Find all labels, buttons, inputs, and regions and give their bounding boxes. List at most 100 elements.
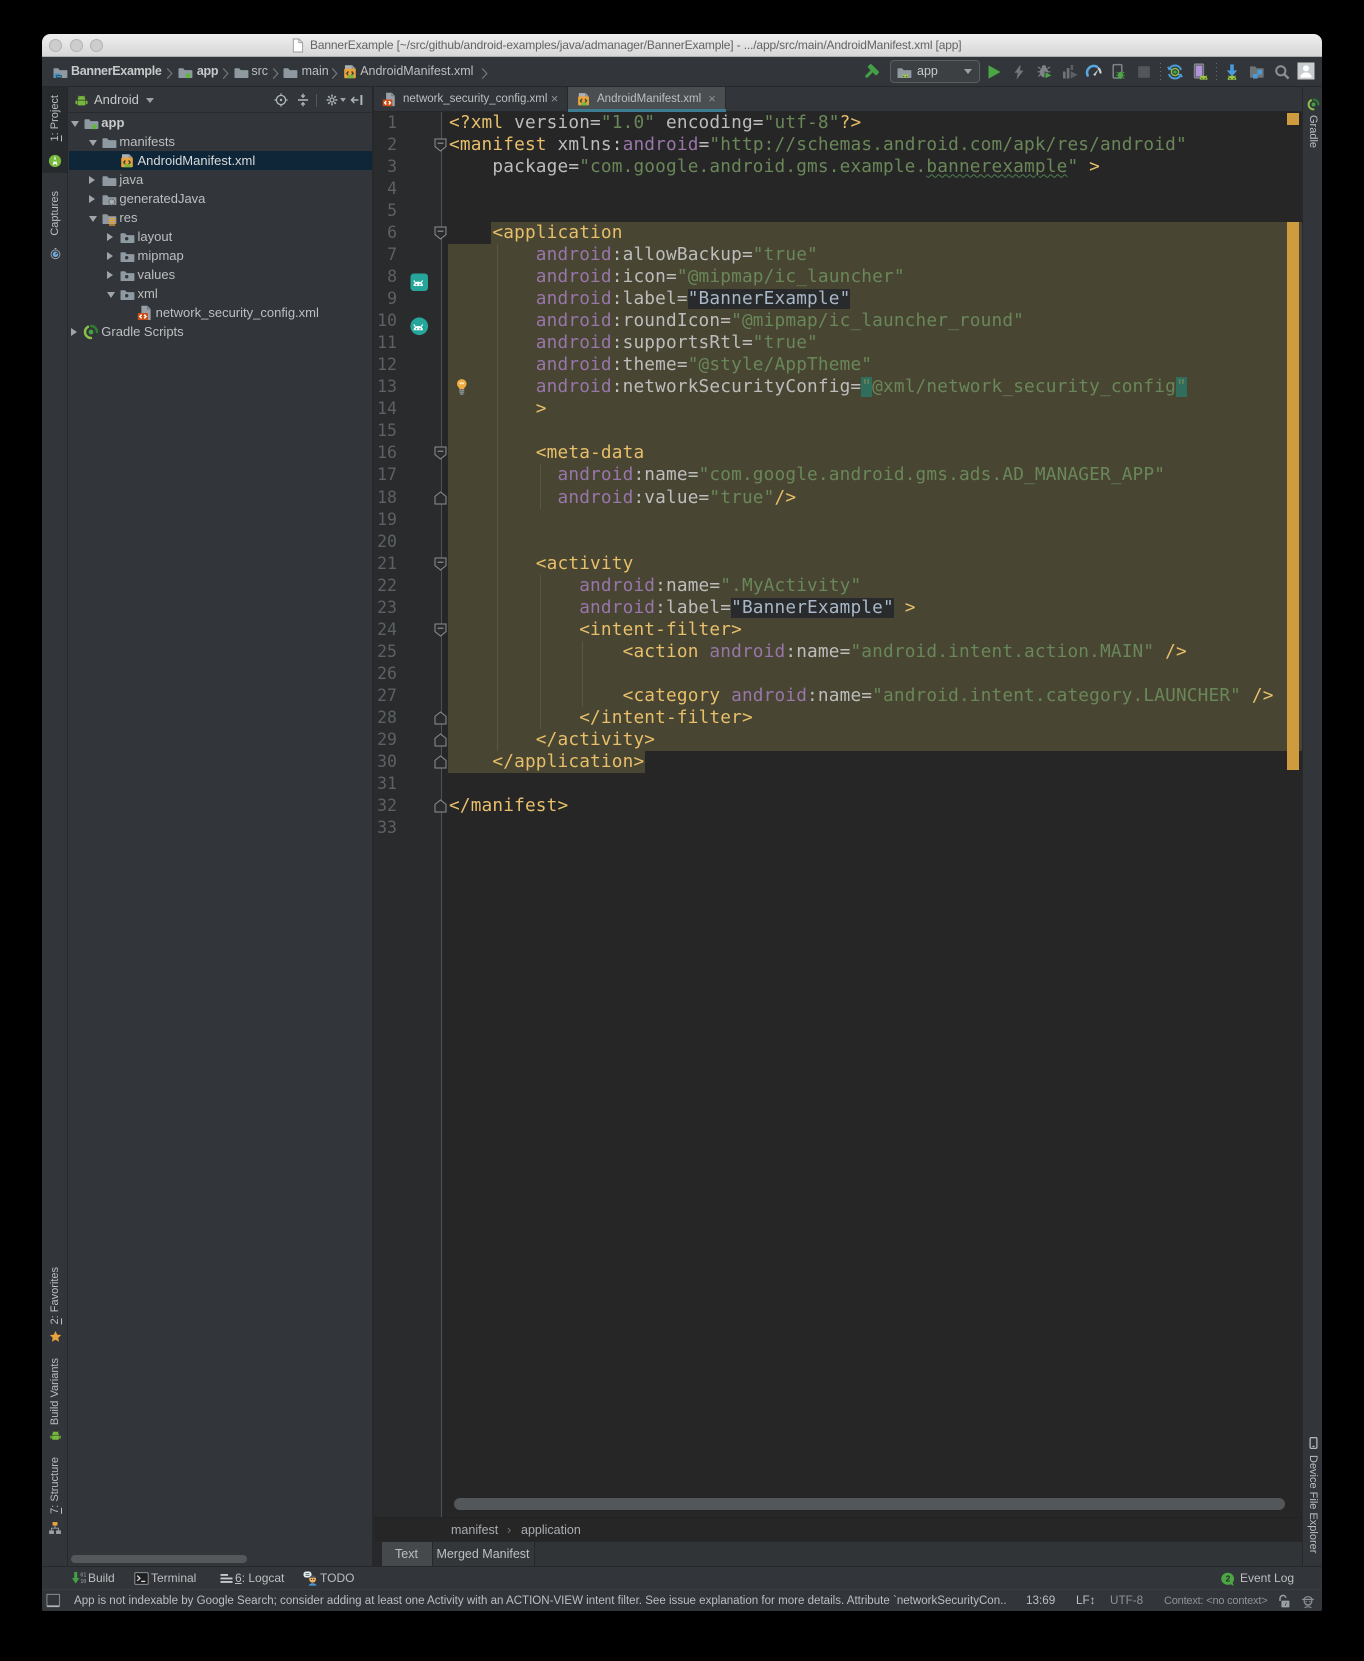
breadcrumb-item[interactable]: BannerExample (71, 57, 162, 86)
attach-debugger-phone-icon[interactable] (1109, 63, 1127, 81)
sidebar-item-favorites[interactable]: 2: Favorites (42, 1267, 68, 1324)
tree-item-manifests[interactable]: manifests (69, 132, 372, 151)
structure-stripe-label: 7: Structure (49, 1457, 61, 1514)
chevron-right-icon[interactable] (89, 195, 98, 204)
breadcrumb-item[interactable]: src (251, 57, 268, 86)
lock-icon[interactable] (1278, 1594, 1291, 1608)
tab-text[interactable]: Text (382, 1542, 433, 1567)
background-tasks-icon[interactable] (46, 1593, 61, 1608)
zoom-window-button[interactable] (90, 39, 103, 52)
close-tab-icon[interactable]: × (549, 93, 560, 104)
caret-position-widget[interactable]: 13:69 (1026, 1590, 1055, 1612)
apply-changes-bolt-icon[interactable] (1010, 63, 1028, 81)
code-token-t: <action (623, 642, 710, 662)
avatar-icon[interactable] (1297, 62, 1315, 80)
fold-marker-open[interactable] (434, 557, 447, 571)
run-configuration-select[interactable]: app (890, 60, 980, 83)
avd-manager-phone-icon[interactable] (1191, 63, 1209, 81)
project-horizontal-scrollbar[interactable] (71, 1555, 247, 1563)
chevron-down-icon[interactable] (89, 214, 98, 223)
tree-item-layout[interactable]: layout (69, 227, 372, 246)
sidebar-item-structure[interactable]: 7: Structure (42, 1457, 68, 1514)
profiler-gauge-icon[interactable] (1085, 63, 1103, 81)
chevron-right-icon[interactable] (107, 271, 116, 280)
tree-item-values[interactable]: values (69, 265, 372, 284)
profile-bars-icon[interactable] (1061, 63, 1079, 81)
breadcrumb-application[interactable]: application (521, 1518, 581, 1542)
chevron-down-icon[interactable] (107, 290, 116, 299)
toolbar-separator (1216, 63, 1217, 81)
tree-item-androidmanifest-xml[interactable]: AndroidManifest.xml (69, 151, 372, 170)
code-token-t: </activity> (536, 730, 655, 750)
hide-panel-icon[interactable] (350, 93, 364, 107)
gear-icon[interactable] (325, 93, 339, 107)
sidebar-item-build-variants[interactable]: Build Variants (42, 1358, 68, 1425)
context-widget[interactable]: Context: <no context> (1164, 1590, 1267, 1612)
fold-marker-close[interactable] (434, 711, 447, 725)
search-everywhere-icon[interactable] (1273, 63, 1291, 81)
breadcrumb-item[interactable]: app (197, 57, 218, 86)
fold-marker-close[interactable] (434, 733, 447, 747)
stop-icon[interactable] (1135, 63, 1153, 81)
encoding-widget[interactable]: UTF-8 (1110, 1590, 1143, 1612)
tree-item-gradle-scripts[interactable]: Gradle Scripts (69, 322, 372, 341)
run-play-icon[interactable] (985, 63, 1003, 81)
statusbar-todo-button[interactable]: TODO (320, 1567, 354, 1589)
status-message[interactable]: App is not indexable by Google Search; c… (74, 1590, 1015, 1612)
chevron-down-icon[interactable] (89, 138, 98, 147)
sidebar-item-device-file-explorer[interactable]: Device File Explorer (1303, 1455, 1322, 1553)
chevron-right-icon[interactable] (107, 233, 116, 242)
sdk-manager-icon[interactable] (1223, 63, 1241, 81)
line-separator-widget[interactable]: LF↕ (1076, 1590, 1095, 1612)
statusbar-terminal-button[interactable]: Terminal (151, 1567, 196, 1589)
editor-tab-network_security_config.xml[interactable]: network_security_config.xml× (374, 87, 568, 112)
tree-item-network-security-config-xml[interactable]: network_security_config.xml (69, 303, 372, 322)
code-token-p (449, 488, 558, 508)
sidebar-item-captures[interactable]: Captures (42, 191, 68, 236)
fold-marker-open[interactable] (434, 446, 447, 460)
editor[interactable]: 1<?xml version="1.0" encoding="utf-8"?>2… (374, 112, 1302, 1518)
fold-marker-close[interactable] (434, 799, 447, 813)
minimize-window-button[interactable] (70, 39, 83, 52)
debug-bug-icon[interactable] (1036, 63, 1054, 81)
highlighting-level-icon[interactable] (1300, 1593, 1316, 1609)
tree-item-java[interactable]: java (69, 170, 372, 189)
project-view-selector[interactable]: Android (94, 87, 139, 113)
fold-marker-close[interactable] (434, 491, 447, 505)
statusbar-event-log-button[interactable]: Event Log (1240, 1567, 1294, 1589)
statusbar-logcat-button[interactable]: 6: Logcat (235, 1567, 284, 1589)
gradle-sync-icon[interactable] (1166, 63, 1184, 81)
collapse-all-icon[interactable] (296, 93, 310, 107)
fold-marker-open[interactable] (434, 138, 447, 152)
tab-merged-manifest[interactable]: Merged Manifest (433, 1542, 535, 1567)
close-tab-icon[interactable]: × (707, 93, 718, 104)
locate-target-icon[interactable] (274, 93, 288, 107)
sidebar-item-gradle[interactable]: Gradle (1303, 115, 1322, 148)
breadcrumb-manifest[interactable]: manifest (451, 1518, 498, 1542)
intention-bulb-icon[interactable] (456, 378, 468, 396)
tree-item-mipmap[interactable]: mipmap (69, 246, 372, 265)
tree-item-xml[interactable]: xml (69, 284, 372, 303)
tree-item-generatedjava[interactable]: generatedJava (69, 189, 372, 208)
statusbar-build-button[interactable]: Build (88, 1567, 115, 1589)
sidebar-item-project[interactable]: 1: Project (42, 95, 68, 141)
launcher-square-icon[interactable] (410, 273, 429, 292)
tree-item-app[interactable]: app (69, 113, 372, 132)
close-window-button[interactable] (49, 39, 62, 52)
tree-item-res[interactable]: res (69, 208, 372, 227)
breadcrumb-item[interactable]: AndroidManifest.xml (360, 57, 473, 86)
editor-horizontal-scrollbar[interactable] (454, 1498, 1285, 1511)
code-token-a: :supportsRtl= (612, 333, 753, 353)
fold-marker-close[interactable] (434, 755, 447, 769)
chevron-right-icon[interactable] (89, 176, 98, 185)
chevron-down-icon[interactable] (71, 119, 80, 128)
breadcrumb-item[interactable]: main (302, 57, 329, 86)
project-structure-icon[interactable] (1248, 63, 1266, 81)
make-hammer-icon[interactable] (862, 63, 880, 81)
editor-tab-AndroidManifest.xml[interactable]: AndroidManifest.xml× (568, 87, 726, 112)
chevron-right-icon[interactable] (71, 328, 80, 337)
chevron-right-icon[interactable] (107, 252, 116, 261)
fold-marker-open[interactable] (434, 623, 447, 637)
launcher-round-icon[interactable] (410, 317, 429, 336)
fold-marker-open[interactable] (434, 226, 447, 240)
